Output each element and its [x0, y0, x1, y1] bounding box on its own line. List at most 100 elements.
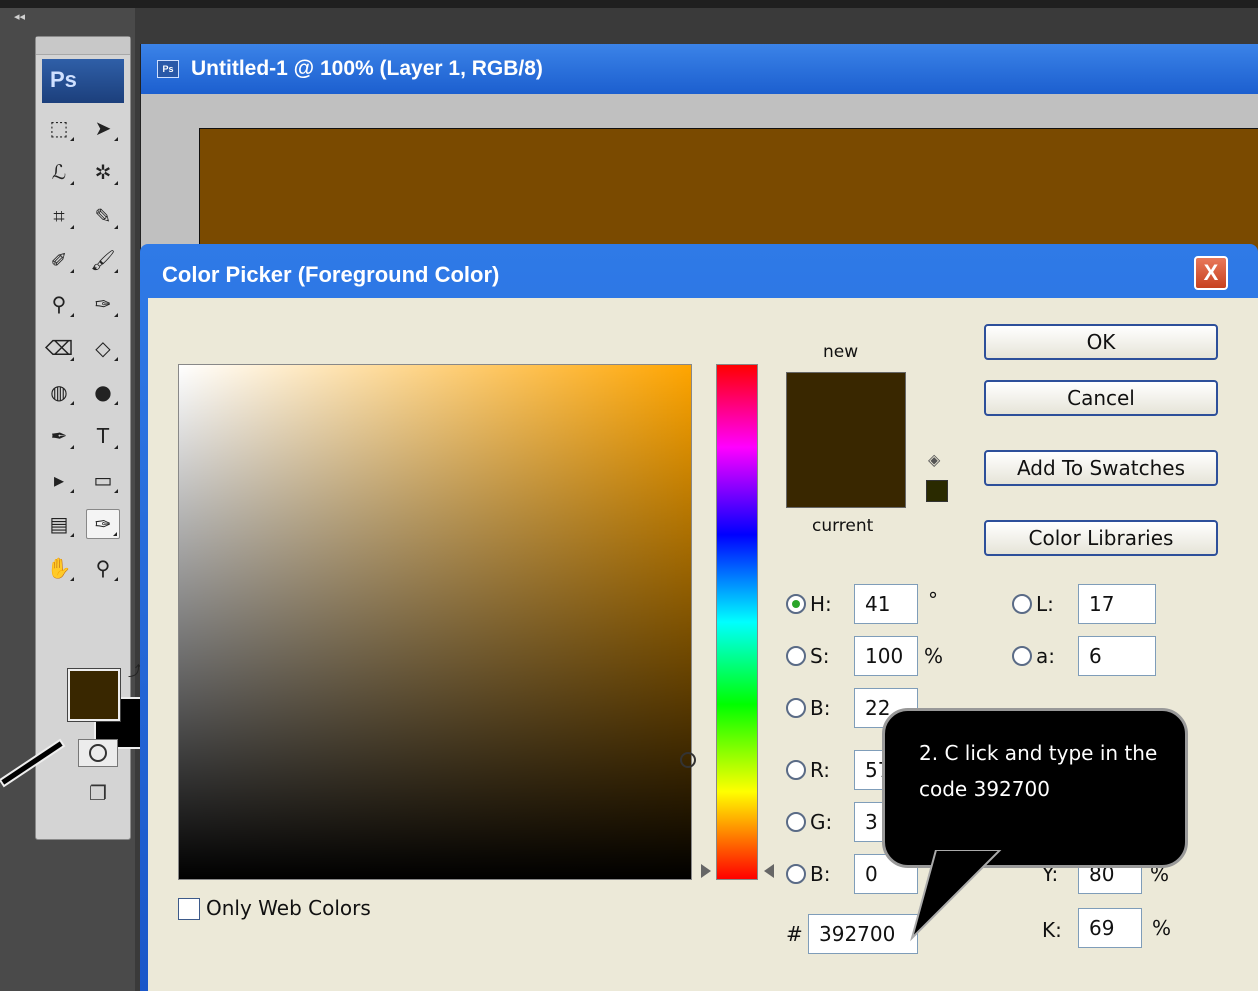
collapse-panel-icon[interactable]: ◂◂	[14, 10, 25, 23]
saturation-label: S:	[810, 644, 830, 668]
tool-flyout-indicator	[70, 577, 74, 581]
cancel-button[interactable]: Cancel	[984, 380, 1218, 416]
blur-tool-icon[interactable]: ◍	[42, 377, 76, 407]
document-title-bar[interactable]: Ps Untitled-1 @ 100% (Layer 1, RGB/8)	[141, 44, 1258, 94]
clone-stamp-tool-icon[interactable]: ⚲	[42, 289, 76, 319]
callout-pointer	[910, 850, 1002, 942]
document-title: Untitled-1 @ 100% (Layer 1, RGB/8)	[191, 57, 543, 80]
lasso-tool-icon[interactable]: ℒ	[42, 157, 76, 187]
pointer-arrow	[0, 738, 66, 788]
screen-mode-icon[interactable]: ❐	[78, 779, 118, 807]
ok-button[interactable]: OK	[984, 324, 1218, 360]
only-web-colors-checkbox[interactable]	[178, 898, 200, 920]
only-web-colors-label: Only Web Colors	[206, 896, 371, 920]
tool-flyout-indicator	[70, 357, 74, 361]
tool-flyout-indicator	[114, 269, 118, 273]
healing-brush-tool-icon[interactable]: ✐	[42, 245, 76, 275]
web-safe-warning-icon[interactable]: ◈	[928, 450, 940, 469]
crop-tool-icon[interactable]: ⌗	[42, 201, 76, 231]
black-unit: %	[1152, 916, 1172, 940]
web-safe-color-chip[interactable]	[926, 480, 948, 502]
slice-tool-icon[interactable]: ✎	[86, 201, 120, 231]
marquee-tool-icon[interactable]: ⬚	[42, 113, 76, 143]
quick-mask-button[interactable]	[78, 739, 118, 767]
brightness-radio[interactable]	[786, 698, 806, 718]
magic-wand-tool-icon[interactable]: ✲	[86, 157, 120, 187]
history-brush-tool-icon[interactable]: ✑	[86, 289, 120, 319]
hue-slider[interactable]	[716, 364, 758, 880]
green-radio[interactable]	[786, 812, 806, 832]
close-button[interactable]: X	[1194, 256, 1228, 290]
color-preview[interactable]	[786, 372, 906, 508]
tool-flyout-indicator	[70, 445, 74, 449]
blue-radio[interactable]	[786, 864, 806, 884]
tool-flyout-indicator	[114, 313, 118, 317]
brush-tool-icon[interactable]: 🖌	[86, 245, 120, 275]
color-field[interactable]	[178, 364, 692, 880]
rectangle-tool-icon[interactable]: ▭	[86, 465, 120, 495]
path-selection-tool-icon[interactable]: ▸	[42, 465, 76, 495]
hue-unit: °	[928, 588, 938, 612]
tool-flyout-indicator	[70, 533, 74, 537]
current-color-label: current	[812, 516, 874, 536]
red-radio[interactable]	[786, 760, 806, 780]
hue-slider-left-handle[interactable]	[701, 864, 711, 878]
application-bar	[0, 0, 1258, 8]
tool-flyout-indicator	[70, 489, 74, 493]
tool-flyout-indicator	[114, 357, 118, 361]
document-icon: Ps	[157, 60, 179, 78]
lightness-label: L:	[1036, 592, 1054, 616]
pen-tool-icon[interactable]: ✒	[42, 421, 76, 451]
dialog-body: new current ◈ OK Cancel Add To Swatches …	[148, 298, 1258, 991]
a-channel-input[interactable]: 6	[1078, 636, 1156, 676]
paint-bucket-tool-icon[interactable]: ◇	[86, 333, 120, 363]
a-channel-radio[interactable]	[1012, 646, 1032, 666]
tools-panel-grip[interactable]	[36, 37, 130, 55]
tool-flyout-indicator	[114, 181, 118, 185]
hue-slider-right-handle[interactable]	[764, 864, 774, 878]
dialog-title: Color Picker (Foreground Color)	[162, 262, 500, 287]
eyedropper-tool-icon[interactable]: ✑	[86, 509, 120, 539]
tool-flyout-indicator	[70, 401, 74, 405]
tool-flyout-indicator	[114, 445, 118, 449]
tool-flyout-indicator	[70, 313, 74, 317]
blue-label: B:	[810, 862, 831, 886]
saturation-input[interactable]: 100	[854, 636, 918, 676]
dodge-tool-icon[interactable]: ●	[86, 377, 120, 407]
tool-flyout-indicator	[114, 137, 118, 141]
notes-tool-icon[interactable]: ▤	[42, 509, 76, 539]
lightness-input[interactable]: 17	[1078, 584, 1156, 624]
lightness-radio[interactable]	[1012, 594, 1032, 614]
tool-flyout-indicator	[114, 489, 118, 493]
photoshop-logo[interactable]: Ps	[42, 59, 124, 103]
color-picker-dialog: Color Picker (Foreground Color) X new cu…	[140, 244, 1258, 991]
green-label: G:	[810, 810, 833, 834]
a-channel-label: a:	[1036, 644, 1055, 668]
tool-flyout-indicator	[114, 577, 118, 581]
callout-text: 2. C lick and type in the code 392700	[919, 741, 1158, 801]
tool-flyout-indicator	[70, 225, 74, 229]
saturation-radio[interactable]	[786, 646, 806, 666]
tool-flyout-indicator	[70, 269, 74, 273]
move-tool-icon[interactable]: ➤	[86, 113, 120, 143]
color-field-cursor[interactable]	[680, 752, 696, 768]
type-tool-icon[interactable]: T	[86, 421, 120, 451]
tool-flyout-indicator	[114, 225, 118, 229]
zoom-tool-icon[interactable]: ⚲	[86, 553, 120, 583]
tool-flyout-indicator	[70, 137, 74, 141]
new-color-label: new	[823, 342, 859, 362]
hue-radio[interactable]	[786, 594, 806, 614]
brightness-label: B:	[810, 696, 831, 720]
eraser-tool-icon[interactable]: ⌫	[42, 333, 76, 363]
hue-input[interactable]: 41	[854, 584, 918, 624]
saturation-unit: %	[924, 644, 944, 668]
add-to-swatches-button[interactable]: Add To Swatches	[984, 450, 1218, 486]
black-input[interactable]: 69	[1078, 908, 1142, 948]
quick-mask-icon	[89, 744, 107, 762]
red-label: R:	[810, 758, 831, 782]
hex-label: #	[786, 922, 803, 946]
tool-flyout-indicator	[113, 532, 117, 536]
color-libraries-button[interactable]: Color Libraries	[984, 520, 1218, 556]
hand-tool-icon[interactable]: ✋	[42, 553, 76, 583]
instruction-callout: 2. C lick and type in the code 392700	[882, 708, 1188, 868]
